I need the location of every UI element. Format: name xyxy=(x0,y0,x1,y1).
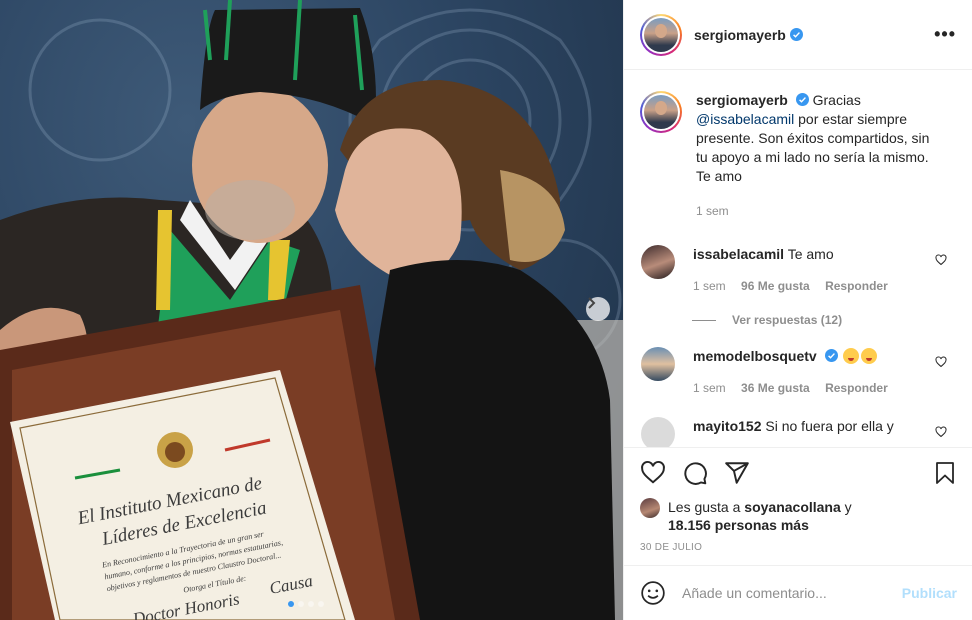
caption-avatar-image xyxy=(644,95,678,129)
carousel-dot xyxy=(298,601,304,607)
post-date[interactable]: 30 DE JULIO xyxy=(640,542,957,553)
commenter-avatar[interactable] xyxy=(641,417,675,447)
post-header: sergiomayerb ••• xyxy=(624,0,972,70)
replies-divider xyxy=(692,319,716,321)
comment-time[interactable]: 1 sem xyxy=(693,381,726,395)
comment-username[interactable]: issabelacamil xyxy=(693,246,784,262)
reply-button[interactable]: Responder xyxy=(825,279,888,293)
likes-prefix: Les gusta a xyxy=(668,499,741,515)
comment-text: Si no fuera por ella y xyxy=(765,418,894,434)
caption-username[interactable]: sergiomayerb xyxy=(696,92,788,108)
photo-illustration: El Instituto Mexicano de Líderes de Exce… xyxy=(0,0,623,620)
commenter-avatar[interactable] xyxy=(641,245,675,279)
caption-avatar[interactable] xyxy=(640,91,682,133)
next-photo-button[interactable] xyxy=(586,297,610,321)
comment-text: Te amo xyxy=(787,246,834,262)
comment-bubble-icon[interactable] xyxy=(682,460,708,486)
verified-icon xyxy=(824,349,838,362)
comment-likes[interactable]: 96 Me gusta xyxy=(741,279,810,293)
like-heart-icon[interactable] xyxy=(640,460,666,486)
emoji-smiley-icon[interactable] xyxy=(640,580,666,606)
carousel-dot-active xyxy=(288,601,294,607)
more-options-button[interactable]: ••• xyxy=(934,24,956,45)
comment-item: issabelacamil Te amo 1 sem 96 Me gusta R… xyxy=(640,245,957,295)
caption-time[interactable]: 1 sem xyxy=(696,204,729,218)
kiss-emoji-icon xyxy=(861,348,878,364)
comment-item: memodelbosquetv 1 sem 36 Me gusta Respon… xyxy=(640,347,957,397)
caption-mention-link[interactable]: @issabelacamil xyxy=(696,111,794,127)
likes-conj: y xyxy=(844,499,852,515)
comments-list[interactable]: sergiomayerb Gracias @issabelacamil por … xyxy=(624,71,972,447)
comment-input[interactable] xyxy=(682,585,902,601)
post-photo[interactable]: El Instituto Mexicano de Líderes de Exce… xyxy=(0,0,623,620)
comment-time[interactable]: 1 sem xyxy=(693,279,726,293)
bookmark-save-icon[interactable] xyxy=(933,460,957,486)
author-avatar[interactable] xyxy=(640,13,682,56)
verified-icon xyxy=(795,93,809,106)
publish-button[interactable]: Publicar xyxy=(902,585,957,601)
post-side-panel: sergiomayerb ••• sergiomayerb Gracias @i… xyxy=(623,0,972,620)
comment-like-heart-icon[interactable] xyxy=(935,355,947,371)
author-avatar-image xyxy=(644,17,678,52)
comment-username[interactable]: mayito152 xyxy=(693,418,761,434)
post-actions: Les gusta a soyanacollana y 18.156 perso… xyxy=(624,447,972,565)
post-caption: sergiomayerb Gracias @issabelacamil por … xyxy=(640,71,957,221)
carousel-dot xyxy=(308,601,314,607)
comment-like-heart-icon[interactable] xyxy=(935,253,947,269)
comment-likes[interactable]: 36 Me gusta xyxy=(741,381,810,395)
comment-item: mayito152 Si no fuera por ella y xyxy=(640,417,957,447)
carousel-dot xyxy=(318,601,324,607)
carousel-dots xyxy=(288,601,324,607)
kiss-emoji-icon xyxy=(843,348,860,364)
likes-count[interactable]: 18.156 personas más xyxy=(668,517,809,533)
caption-text-prefix: Gracias xyxy=(812,92,861,108)
chevron-right-icon xyxy=(588,297,596,309)
reply-button[interactable]: Responder xyxy=(825,381,888,395)
commenter-avatar[interactable] xyxy=(641,347,675,381)
add-comment-bar: Publicar xyxy=(624,565,972,620)
author-username[interactable]: sergiomayerb xyxy=(694,27,786,43)
liker-username[interactable]: soyanacollana xyxy=(744,499,841,515)
share-paper-plane-icon[interactable] xyxy=(724,460,750,486)
comment-like-heart-icon[interactable] xyxy=(935,425,947,441)
likes-summary: Les gusta a soyanacollana y 18.156 perso… xyxy=(640,498,957,534)
comment-username[interactable]: memodelbosquetv xyxy=(693,348,817,364)
liker-avatar[interactable] xyxy=(640,498,660,518)
verified-icon xyxy=(789,28,803,41)
view-replies-button[interactable]: Ver respuestas (12) xyxy=(692,313,957,327)
view-replies-label: Ver respuestas (12) xyxy=(732,313,843,327)
